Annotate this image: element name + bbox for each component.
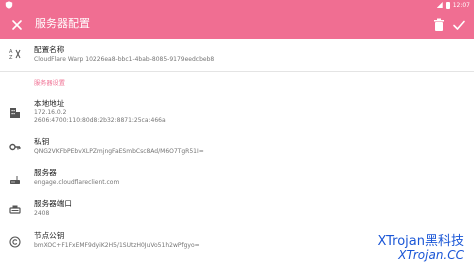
section-title: 服务器设置 [34,80,65,87]
local-address-ipv4: 172.16.0.2 [34,109,67,116]
battery-icon [445,1,450,9]
server-port-row[interactable]: 服务器端口 2408 [0,199,474,223]
copyright-icon [9,236,21,248]
signal-icon [436,2,443,8]
server-port-label: 服务器端口 [34,199,72,208]
check-icon[interactable] [452,17,466,33]
local-address-ipv6: 2606:4700:110:80d8:2b32:8871:25ca:466a [34,117,166,124]
watermark-url: XTrojan.CC [398,248,464,262]
public-key-value: bmXOC+F1FxEMF9dyiK2H5/1SUtzH0JuVo51h2wPf… [34,242,200,249]
shield-icon [5,1,13,9]
svg-text:Z: Z [9,55,13,60]
status-time: 12:07 [452,1,470,9]
key-icon [9,143,21,151]
app-bar: 服务器配置 [0,10,474,39]
page-title: 服务器配置 [35,17,90,30]
public-key-label: 节点公钥 [34,231,65,240]
config-name-label: 配置名称 [34,45,65,54]
port-icon [9,205,21,214]
divider [0,71,474,72]
config-name-row[interactable]: A Z 配置名称 CloudFlare Warp 10226ea8-bbc1-4… [0,44,474,68]
building-icon [10,108,20,118]
local-address-row[interactable]: 本地地址 172.16.0.2 2606:4700:110:80d8:2b32:… [0,99,474,127]
local-address-label: 本地地址 [34,99,65,108]
private-key-label: 私钥 [34,137,50,146]
server-label: 服务器 [34,168,57,177]
watermark-title: XTrojan黑科技 [377,234,464,249]
close-icon[interactable] [9,17,25,33]
server-value: engage.cloudflareclient.com [34,179,120,186]
private-key-row[interactable]: 私钥 QNG2VKFbPEbvXLPZmjngFaESmbCsc8Ad/M6O7… [0,137,474,161]
sort-by-alpha-icon: A Z [9,49,21,60]
private-key-value: QNG2VKFbPEbvXLPZmjngFaESmbCsc8Ad/M6O7TgR… [34,148,204,155]
delete-icon[interactable] [432,17,446,33]
server-port-value: 2408 [34,210,50,217]
status-indicators: 12:07 [436,0,470,10]
router-icon [10,176,20,184]
config-name-value: CloudFlare Warp 10226ea8-bbc1-4bab-8085-… [34,56,215,63]
status-bar: 12:07 [0,0,474,10]
server-row[interactable]: 服务器 engage.cloudflareclient.com [0,168,474,192]
